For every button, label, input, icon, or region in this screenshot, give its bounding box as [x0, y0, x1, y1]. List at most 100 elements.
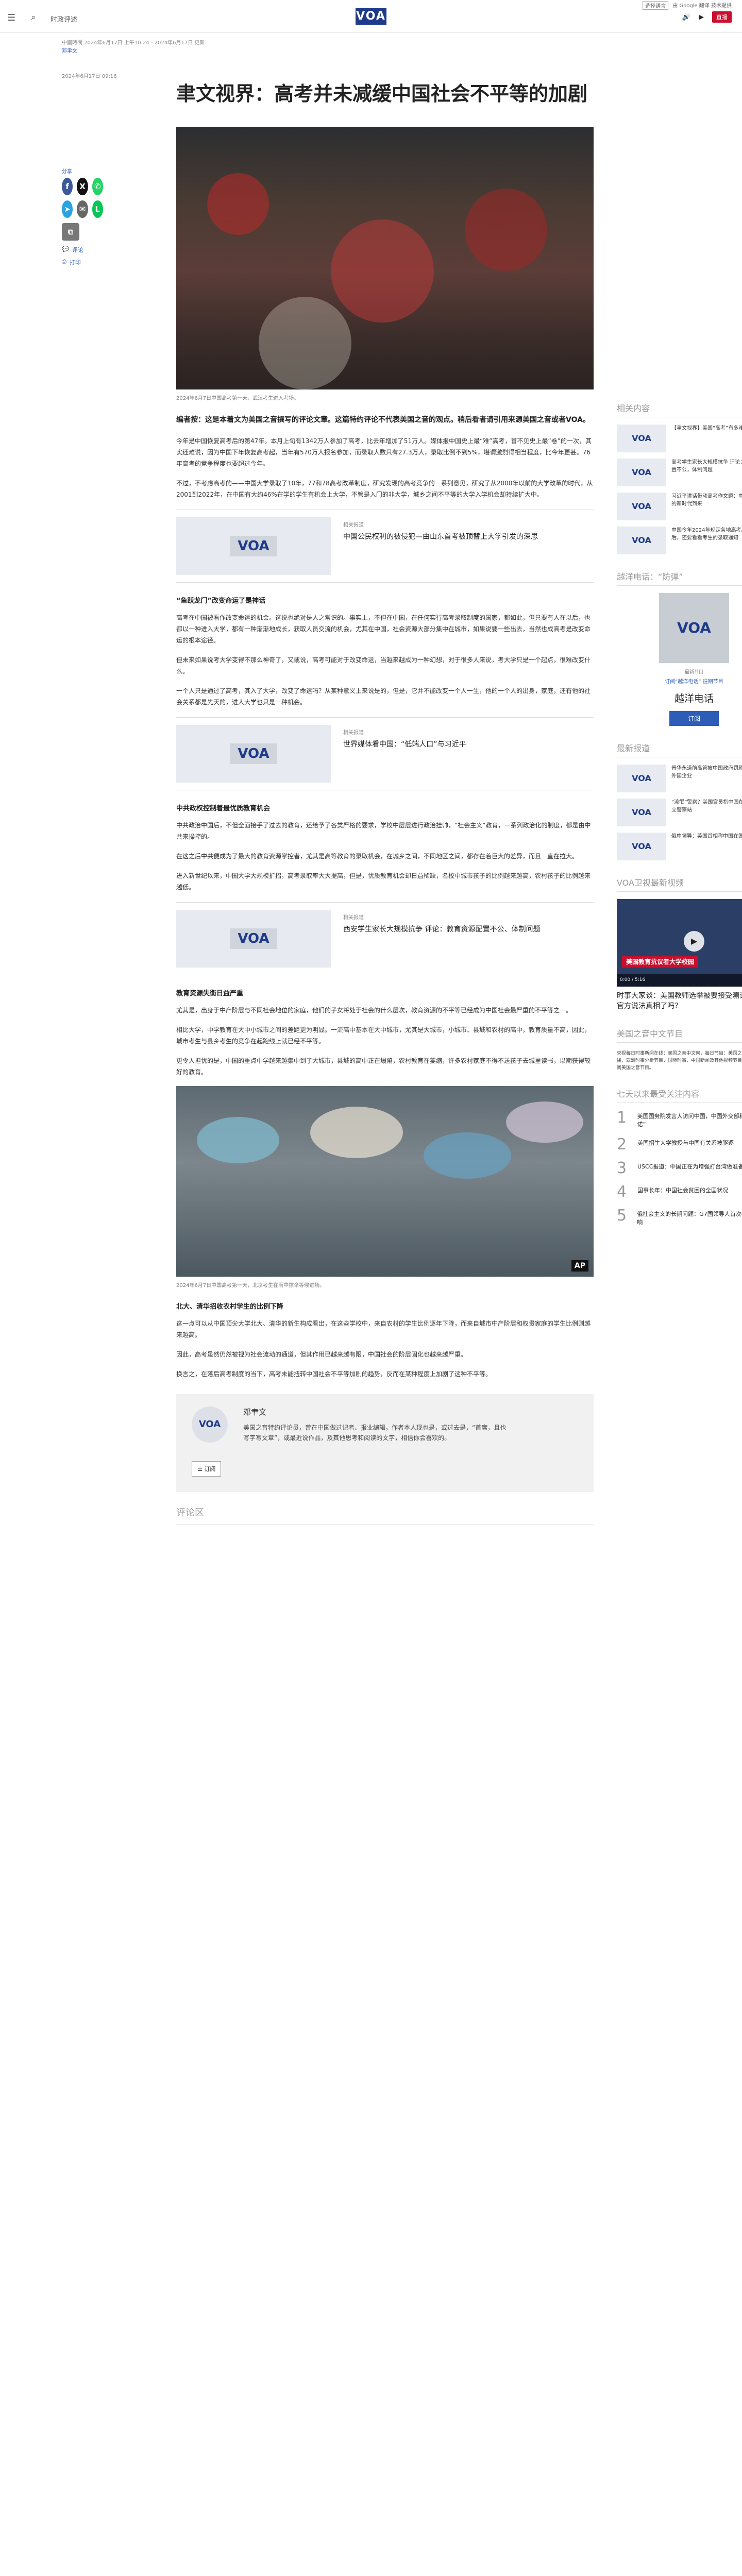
sidebar-thumb: VOA [617, 833, 666, 860]
related-card[interactable]: VOA 相关报道 中国公民权利的被侵犯—由山东首考被顶替上大学引发的深思 [176, 510, 594, 583]
comment-link[interactable]: 💬 评论 [62, 246, 103, 254]
sidebar-item[interactable]: VOA“流氓”警察？美国官员指中国在世界各地设立警察站 [617, 799, 742, 826]
related-title[interactable]: 世界媒体看中国：“低端人口”与习近平 [343, 739, 466, 750]
video-heading: VOA卫视最新视频 [617, 876, 742, 892]
author-description: 美国之音特约评论员，曾在中国做过记者、报业编辑，作者本人现也是，或过去是，“首席… [243, 1424, 507, 1442]
sidebar-item-text[interactable]: 俄中领导：英国首相称中国在国际上不可信 [671, 833, 742, 860]
most-viewed-item[interactable]: 5 俄社会主义的长期问题：G7国领导人首次在中国的影响 [617, 1208, 742, 1227]
sidebar-item-text[interactable]: 【聿文视界】美国“高考”有多难？ [671, 425, 742, 452]
paragraph: 这一点可以从中国顶尖大学北大、清华的新生构成看出，在这些学校中，来自农村的学生比… [176, 1320, 591, 1338]
sidebar-item-text[interactable]: 习近平讲话带动高考作文题：中国民族教育的新时代到来 [671, 493, 742, 520]
share-panel: 分享 f X ✆ ➤ ✉ L ⧉ 💬 评论 ⎙ 打印 [62, 167, 103, 270]
article-body: 2024年6月7日中国高考第一天，武汉考生进入考场。 编者按：这是本着文为美国之… [176, 127, 594, 1524]
print-icon: ⎙ [62, 258, 66, 265]
video-icon[interactable]: ▶ [699, 13, 704, 21]
rank-number: 2 [617, 1136, 627, 1154]
related-thumbnail: VOA [176, 725, 331, 783]
share-label: 分享 [62, 169, 72, 175]
rank-number: 3 [617, 1159, 627, 1177]
paragraph: 尤其是，出身于中产阶层与不同社会地位的家庭，他们的子女将处于社会的什么层次，教育… [176, 1007, 572, 1014]
related-title[interactable]: 西安学生家长大规模抗争 评论：教育资源配置不公、体制问题 [343, 924, 540, 935]
paragraph: 因此，高考虽然仍然被视为社会流动的通道，但其作用已越来越有限，中国社会的阶层固化… [176, 1351, 467, 1358]
paragraph: 更令人担忧的是，中国的重点中学越来越集中到了大城市，县城的高中正在塌陷，农村教育… [176, 1057, 591, 1076]
voa-logo[interactable]: VOA [356, 8, 386, 25]
most-viewed-item[interactable]: 2 美国招生大学教授与中国有关系被驱逐 [617, 1137, 742, 1153]
menu-icon[interactable]: ☰ [7, 12, 15, 23]
video-time: 0:00 / 5:16 [620, 977, 646, 982]
language-select[interactable]: 选择语言 [643, 1, 669, 10]
section-link[interactable]: 时政评述 [50, 14, 77, 24]
video-controls[interactable]: 0:00 / 5:16 [617, 974, 742, 987]
facebook-icon[interactable]: f [62, 178, 73, 195]
sidebar-item-text[interactable]: 高考学生家长大规模抗争 评论：教育资源配置不公，体制问题 [671, 459, 742, 486]
most-viewed-item[interactable]: 3 USCC报道：中国正在为增强打台湾做准备 [617, 1161, 742, 1176]
rank-title[interactable]: 美国招生大学教授与中国有关系被驱逐 [637, 1137, 734, 1147]
whatsapp-icon[interactable]: ✆ [92, 178, 103, 195]
copy-link-icon[interactable]: ⧉ [62, 223, 79, 241]
site-header: ☰ ⌕ 时政评述 VOA 选择语言 由 Google 翻译 技术提供 🔊 ▶ 直… [0, 0, 742, 33]
search-icon[interactable]: ⌕ [31, 12, 36, 23]
sidebar: 相关内容 VOA 【聿文视界】美国“高考”有多难？ VOA 高考学生家长大规模抗争 … [617, 401, 742, 1235]
rank-title[interactable]: 俄社会主义的长期问题：G7国领导人首次在中国的影响 [637, 1208, 742, 1227]
paragraph: 高考在中国被看作改变命运的机会。这说也绝对是人之常识的。事实上，不但在中国，在任… [176, 614, 591, 644]
author-link[interactable]: 邓聿文 [62, 47, 680, 56]
update-time: 中國時間 2024年6月17日 上午10:24 - 2024年6月17日 更新 [62, 40, 205, 46]
photo-caption: 2024年6月7日中国高考第一天，北京考生在雨中撑伞等候进场。 [176, 1283, 325, 1289]
paragraph: 中共政治中国后，不但全面接手了过去的教育，还给予了各类严格的要求，学校中层层进行… [176, 822, 591, 840]
sidebar-item-text[interactable]: 中国今年2024年规定各地高考高中学生之后，还要看看考生的录取通知 [671, 527, 742, 554]
podcast-subscribe-button[interactable]: 订阅 [669, 711, 719, 726]
rank-title[interactable]: USCC报道：中国正在为增强打台湾做准备 [637, 1161, 742, 1171]
language-strip: 选择语言 由 Google 翻译 技术提供 [643, 1, 732, 10]
podcast-hint: 最新节目 [684, 670, 703, 675]
paragraph: 但未来如果说考大学变得不那么神奇了，又或说，高考可能对于改变命运，当越来越成为一… [176, 656, 591, 675]
podcast-heading: 越洋电话：“防弹” [617, 570, 742, 586]
paragraph: 今年是中国恢复高考后的第47年。本月上旬有1342万人参加了高考，比去年增加了5… [176, 437, 592, 467]
author-name[interactable]: 邓聿文 [243, 1406, 511, 1417]
video-title[interactable]: 时事大家谈：美国教师选举被要接受测试？中国官方说法真相了吗？ [617, 991, 742, 1011]
subheading: “鱼跃龙门”改变命运了是神话 [176, 597, 266, 605]
sidebar-item-text[interactable]: 普华永道前高管被中国政府罚款，中国警告外国企业 [671, 765, 742, 792]
play-icon[interactable]: ▶ [684, 931, 704, 952]
email-icon[interactable]: ✉ [77, 200, 88, 218]
live-button[interactable]: 直播 [712, 11, 732, 23]
telegram-icon[interactable]: ➤ [62, 200, 73, 218]
sidebar-item[interactable]: VOA高考学生家长大规模抗争 评论：教育资源配置不公，体制问题 [617, 459, 742, 486]
sidebar-thumb: VOA [617, 527, 666, 554]
subheading: 中共政权控制着最优质教育机会 [176, 805, 271, 812]
paragraph: 进入新世纪以来，中国大学大规模扩招，高考录取率大大提高，但是，优质教育机会却日益… [176, 872, 591, 891]
podcast-links[interactable]: 订阅“越洋电话” 往期节目 [617, 677, 742, 685]
related-heading: 相关内容 [617, 401, 742, 417]
paragraph: 在这之后中共便成为了最大的教育资源掌控者，尤其是高等教育的录取机会，在城乡之间，… [176, 853, 579, 860]
rank-number: 5 [617, 1207, 627, 1225]
most-viewed-item[interactable]: 1 美国国务院发言人访问中国，中国外交部称“履行承诺” [617, 1110, 742, 1129]
sidebar-item[interactable]: VOA俄中领导：英国首相称中国在国际上不可信 [617, 833, 742, 860]
related-thumbnail: VOA [176, 517, 331, 575]
most-viewed-item[interactable]: 4 国事长年：中国社会贫困的全国状况 [617, 1184, 742, 1200]
sidebar-item-text[interactable]: “流氓”警察？美国官员指中国在世界各地设立警察站 [671, 799, 742, 826]
sidebar-item[interactable]: VOA中国今年2024年规定各地高考高中学生之后，还要看看考生的录取通知 [617, 527, 742, 554]
related-title[interactable]: 中国公民权利的被侵犯—由山东首考被顶替上大学引发的深思 [343, 531, 538, 543]
print-link[interactable]: ⎙ 打印 [62, 258, 103, 266]
related-card[interactable]: VOA 相关报道 西安学生家长大规模抗争 评论：教育资源配置不公、体制问题 [176, 902, 594, 975]
author-bio-box: VOA 邓聿文 美国之音特约评论员，曾在中国做过记者、报业编辑，作者本人现也是，… [176, 1394, 594, 1492]
dateline: 2024年6月17日 09:16 [62, 74, 117, 79]
rss-icon: ☰ [197, 1466, 205, 1472]
related-card[interactable]: VOA 相关报道 世界媒体看中国：“低端人口”与习近平 [176, 717, 594, 790]
video-banner: 美国教育抗议者大学校园 [622, 956, 699, 968]
rank-title[interactable]: 国事长年：中国社会贫困的全国状况 [637, 1184, 728, 1195]
author-subscribe-button[interactable]: ☰ 订阅 [192, 1461, 222, 1477]
sidebar-item[interactable]: VOA 【聿文视界】美国“高考”有多难？ [617, 425, 742, 452]
sidebar-item[interactable]: VOA习近平讲话带动高考作文题：中国民族教育的新时代到来 [617, 493, 742, 520]
comment-icon: 💬 [62, 246, 69, 252]
x-icon[interactable]: X [77, 178, 88, 195]
author-avatar: VOA [192, 1406, 228, 1443]
podcast-cover[interactable]: VOA [659, 593, 729, 663]
sidebar-item[interactable]: VOA普华永道前高管被中国政府罚款，中国警告外国企业 [617, 765, 742, 792]
audio-icon[interactable]: 🔊 [682, 13, 690, 21]
related-kicker: 相关报道 [343, 915, 364, 921]
line-icon[interactable]: L [92, 200, 103, 218]
rank-title[interactable]: 美国国务院发言人访问中国，中国外交部称“履行承诺” [637, 1110, 742, 1129]
video-player[interactable]: ▶ 美国教育抗议者大学校园 0:00 / 5:16 [617, 899, 742, 987]
paragraph: 不过，不考虑高考的——中国大学录取了10年，77和78高考改革制度，研究发现的高… [176, 480, 593, 498]
article-meta-top: 中國時間 2024年6月17日 上午10:24 - 2024年6月17日 更新 … [62, 33, 680, 80]
